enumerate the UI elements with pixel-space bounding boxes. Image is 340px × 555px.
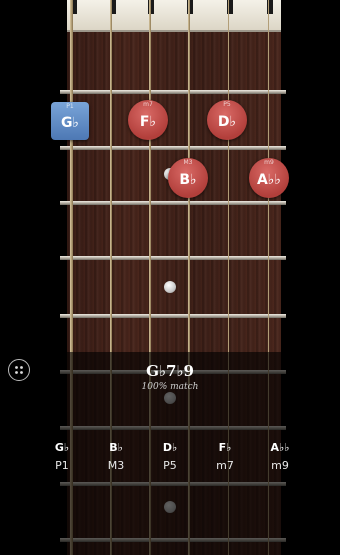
chord-tone-interval: M3 — [107, 459, 125, 472]
note-degree: P1 — [66, 103, 74, 110]
chord-tone-name: F♭ — [218, 441, 232, 454]
note-marker[interactable]: m9 A♭♭ — [249, 158, 289, 198]
note-marker[interactable]: P5 D♭ — [207, 100, 247, 140]
nut — [67, 0, 281, 32]
fretboard-screen: P1 G♭ m7 F♭ P5 D♭ M3 B♭ m9 A♭♭ G♭7♭9 100… — [0, 0, 340, 555]
note-name: D♭ — [217, 113, 237, 130]
chord-tone-interval: m9 — [271, 459, 289, 472]
note-name: G♭ — [60, 114, 80, 131]
fret — [60, 201, 286, 205]
note-name: A♭♭ — [256, 171, 282, 188]
note-name: F♭ — [139, 113, 157, 130]
match-percentage: 100% match — [141, 382, 199, 392]
note-degree: m9 — [264, 159, 274, 166]
chord-tone: F♭ m7 — [205, 441, 245, 472]
fret — [60, 146, 286, 150]
chord-name: G♭7♭9 — [146, 362, 194, 380]
note-degree: P5 — [223, 101, 231, 108]
fret — [60, 314, 286, 318]
note-degree: M3 — [183, 159, 193, 166]
note-marker[interactable]: M3 B♭ — [168, 158, 208, 198]
note-degree: m7 — [143, 101, 153, 108]
chord-tone: A♭♭ m9 — [260, 441, 300, 472]
chord-tone: D♭ P5 — [150, 441, 190, 472]
chord-tone-name: G♭ — [54, 441, 70, 454]
note-name: B♭ — [179, 171, 197, 188]
fret-inlay-marker — [164, 281, 176, 293]
fret — [60, 90, 286, 94]
note-marker[interactable]: m7 F♭ — [128, 100, 168, 140]
chord-tone-name: B♭ — [109, 441, 123, 454]
chord-tone-interval: P5 — [163, 459, 177, 472]
chord-tone: G♭ P1 — [42, 441, 82, 472]
chord-tone-name: A♭♭ — [270, 441, 290, 454]
chord-tone-interval: P1 — [55, 459, 69, 472]
chord-tone-interval: m7 — [216, 459, 234, 472]
fret — [60, 256, 286, 260]
chord-tone-name: D♭ — [162, 441, 178, 454]
note-marker-root[interactable]: P1 G♭ — [51, 102, 89, 140]
chord-tone: B♭ M3 — [96, 441, 136, 472]
